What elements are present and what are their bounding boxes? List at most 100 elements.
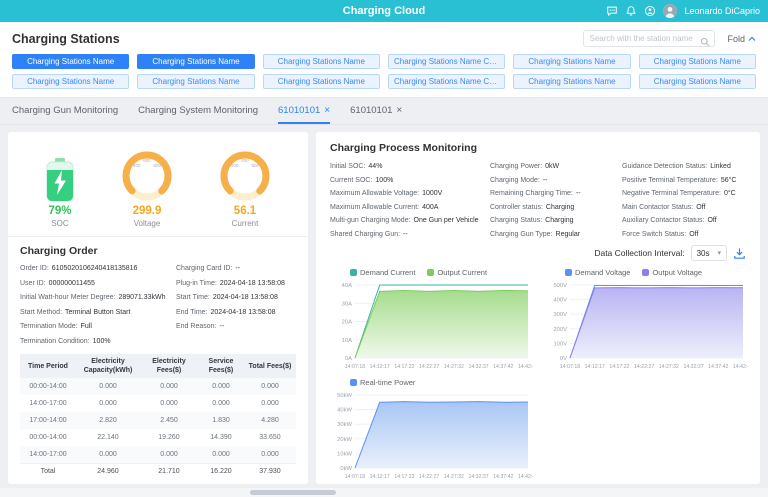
dial-tick: 400 xyxy=(241,158,249,163)
legend-label: Output Voltage xyxy=(652,267,703,277)
message-icon[interactable] xyxy=(606,5,618,17)
station-button-1[interactable]: Charging Stations Name xyxy=(137,54,255,69)
bell-icon[interactable] xyxy=(625,5,637,17)
field-label: Termination Mode: xyxy=(20,323,78,330)
table-cell: 17:00-14:00 xyxy=(29,417,67,425)
user-avatar[interactable] xyxy=(663,4,678,18)
field-label: Charging Power: xyxy=(490,163,543,170)
process-col-0: Initial SOC: 44% Current SOC: 100% Maximum A… xyxy=(330,160,490,241)
svg-text:14:37:42: 14:37:42 xyxy=(493,364,513,370)
current-chart: 0A 10A 20A 30A 40A 14:07:18 14:12:17 14:17:22 14… xyxy=(328,279,533,371)
station-button-7[interactable]: Charging Stations Name xyxy=(137,74,255,89)
svg-text:300V: 300V xyxy=(553,312,567,318)
station-search-box xyxy=(583,30,716,47)
table-cell: 4.280 xyxy=(261,417,279,425)
station-button-5[interactable]: Charging Stations Name xyxy=(638,54,756,69)
field-label: Maximum Allowable Current: xyxy=(330,203,420,211)
user-name[interactable]: Leonardo DiCaprio xyxy=(684,6,760,16)
stations-list: Charging Stations Name Charging Stations … xyxy=(0,52,768,89)
scrollbar-thumb[interactable] xyxy=(250,490,336,495)
table-header-cell: Total Fees($) xyxy=(244,354,296,379)
table-cell: 0.000 xyxy=(212,383,230,391)
field-label: Force Switch Status: xyxy=(622,230,687,238)
power-chart-panel: Real-time Power 0kW 10kW 20kW 30kW 40kW 50kW 1… xyxy=(328,375,533,481)
station-button-11[interactable]: Charging Stations Name xyxy=(638,74,756,89)
field-value: 2024-04-18 13:58:08 xyxy=(212,294,278,301)
account-icon[interactable] xyxy=(644,5,656,17)
field-value: 400A xyxy=(422,203,439,211)
legend-item[interactable]: Real-time Power xyxy=(350,378,415,387)
field-label: End Time: xyxy=(176,308,208,316)
field-value: -- xyxy=(542,176,548,184)
field-row: Order ID: 6105020106240418135816 xyxy=(20,262,176,277)
field-value: 289071.33kWh xyxy=(118,294,166,301)
svg-text:14:07:18: 14:07:18 xyxy=(345,364,365,370)
search-icon[interactable] xyxy=(700,34,710,47)
legend-item[interactable]: Demand Current xyxy=(350,268,415,277)
fold-toggle[interactable]: Fold xyxy=(727,34,756,44)
svg-text:30A: 30A xyxy=(342,301,352,307)
table-cell: 0.000 xyxy=(160,383,178,391)
fold-label: Fold xyxy=(727,33,745,44)
close-tab-icon[interactable]: × xyxy=(324,105,330,116)
current-chart-panel: Demand Current Output Current 0A 10A 20A 30A… xyxy=(328,265,533,371)
field-value: 44% xyxy=(368,163,383,170)
table-cell: 16.220 xyxy=(198,462,244,481)
svg-text:14:22:27: 14:22:27 xyxy=(419,474,439,480)
field-row: Guidance Detection Status: Linked xyxy=(622,160,746,174)
field-label: Positive Terminal Temperature: xyxy=(622,176,718,184)
legend-item[interactable]: Output Current xyxy=(427,268,487,277)
current-chart-svg: 0A 10A 20A 30A 40A 14:07:18 14:12:17 14:17:22 14… xyxy=(342,283,533,370)
svg-text:14:22:27: 14:22:27 xyxy=(419,364,439,370)
field-row: Charging Mode: -- xyxy=(490,174,622,188)
station-button-3[interactable]: Charging Stations Name Charging... xyxy=(388,54,506,69)
table-cell: 0.000 xyxy=(99,400,117,408)
svg-text:20kW: 20kW xyxy=(337,437,352,443)
svg-text:14:12:17: 14:12:17 xyxy=(370,474,390,480)
field-row: Plug-in Time: 2024-04-18 13:58:08 xyxy=(176,277,296,292)
field-row: Current SOC: 100% xyxy=(330,174,490,188)
station-button-9[interactable]: Charging Stations Name Charging... xyxy=(388,74,506,89)
station-button-8[interactable]: Charging Stations Name xyxy=(262,74,380,89)
tab-charging-gun-monitoring[interactable]: Charging Gun Monitoring xyxy=(12,99,118,124)
svg-text:50kW: 50kW xyxy=(337,393,352,399)
station-search-input[interactable] xyxy=(589,34,699,43)
interval-value: 30s xyxy=(696,248,710,258)
svg-text:0A: 0A xyxy=(345,356,352,362)
legend-item[interactable]: Output Voltage xyxy=(642,268,702,277)
field-value: Charging xyxy=(545,217,574,224)
table-cell: 22.140 xyxy=(97,434,119,442)
voltage-value: 299.9 xyxy=(132,205,162,217)
table-cell: 00:00-14:00 xyxy=(29,434,67,442)
field-label: Maximum Allowable Voltage: xyxy=(330,190,420,197)
legend-item[interactable]: Demand Voltage xyxy=(565,268,630,277)
field-row: User ID: 000000011455 xyxy=(20,277,176,292)
svg-text:14:17:22: 14:17:22 xyxy=(394,364,414,370)
station-button-2[interactable]: Charging Stations Name xyxy=(262,54,380,69)
close-tab-icon[interactable]: × xyxy=(396,105,402,116)
tab-label: Charging Gun Monitoring xyxy=(12,105,119,116)
field-row: Negative Terminal Temperature: 0°C xyxy=(622,187,746,201)
order-fields-right: Charging Card ID: -- Plug-in Time: 2024-04-… xyxy=(176,262,296,349)
tab-charging-system-monitoring[interactable]: Charging System Monitoring xyxy=(138,99,258,124)
table-cell: 0.000 xyxy=(212,450,230,458)
tab-61010101[interactable]: 61010101 × xyxy=(350,99,402,124)
interval-select[interactable]: 30s ▾ xyxy=(690,245,727,261)
field-value: 100% xyxy=(92,337,111,345)
horizontal-scrollbar[interactable] xyxy=(0,488,768,497)
svg-text:14:32:37: 14:32:37 xyxy=(683,364,703,370)
station-button-10[interactable]: Charging Stations Name xyxy=(513,74,631,89)
station-button-4[interactable]: Charging Stations Name xyxy=(513,54,631,69)
tab-61010101[interactable]: 61010101 × xyxy=(278,99,331,124)
field-value: Regular xyxy=(555,230,581,238)
field-value: Terminal Button Start xyxy=(65,308,131,316)
table-header-cell: Service Fees($) xyxy=(198,354,244,379)
field-label: Negative Terminal Temperature: xyxy=(622,190,721,197)
field-label: Controller status: xyxy=(490,203,543,211)
station-button-0[interactable]: Charging Stations Name xyxy=(12,54,130,69)
station-button-6[interactable]: Charging Stations Name xyxy=(12,74,130,89)
field-row: Termination Mode: Full xyxy=(20,320,176,335)
download-icon[interactable] xyxy=(733,247,746,260)
svg-text:30kW: 30kW xyxy=(337,422,352,428)
stations-panel: Charging Stations Fold Charging Stations… xyxy=(0,22,768,98)
